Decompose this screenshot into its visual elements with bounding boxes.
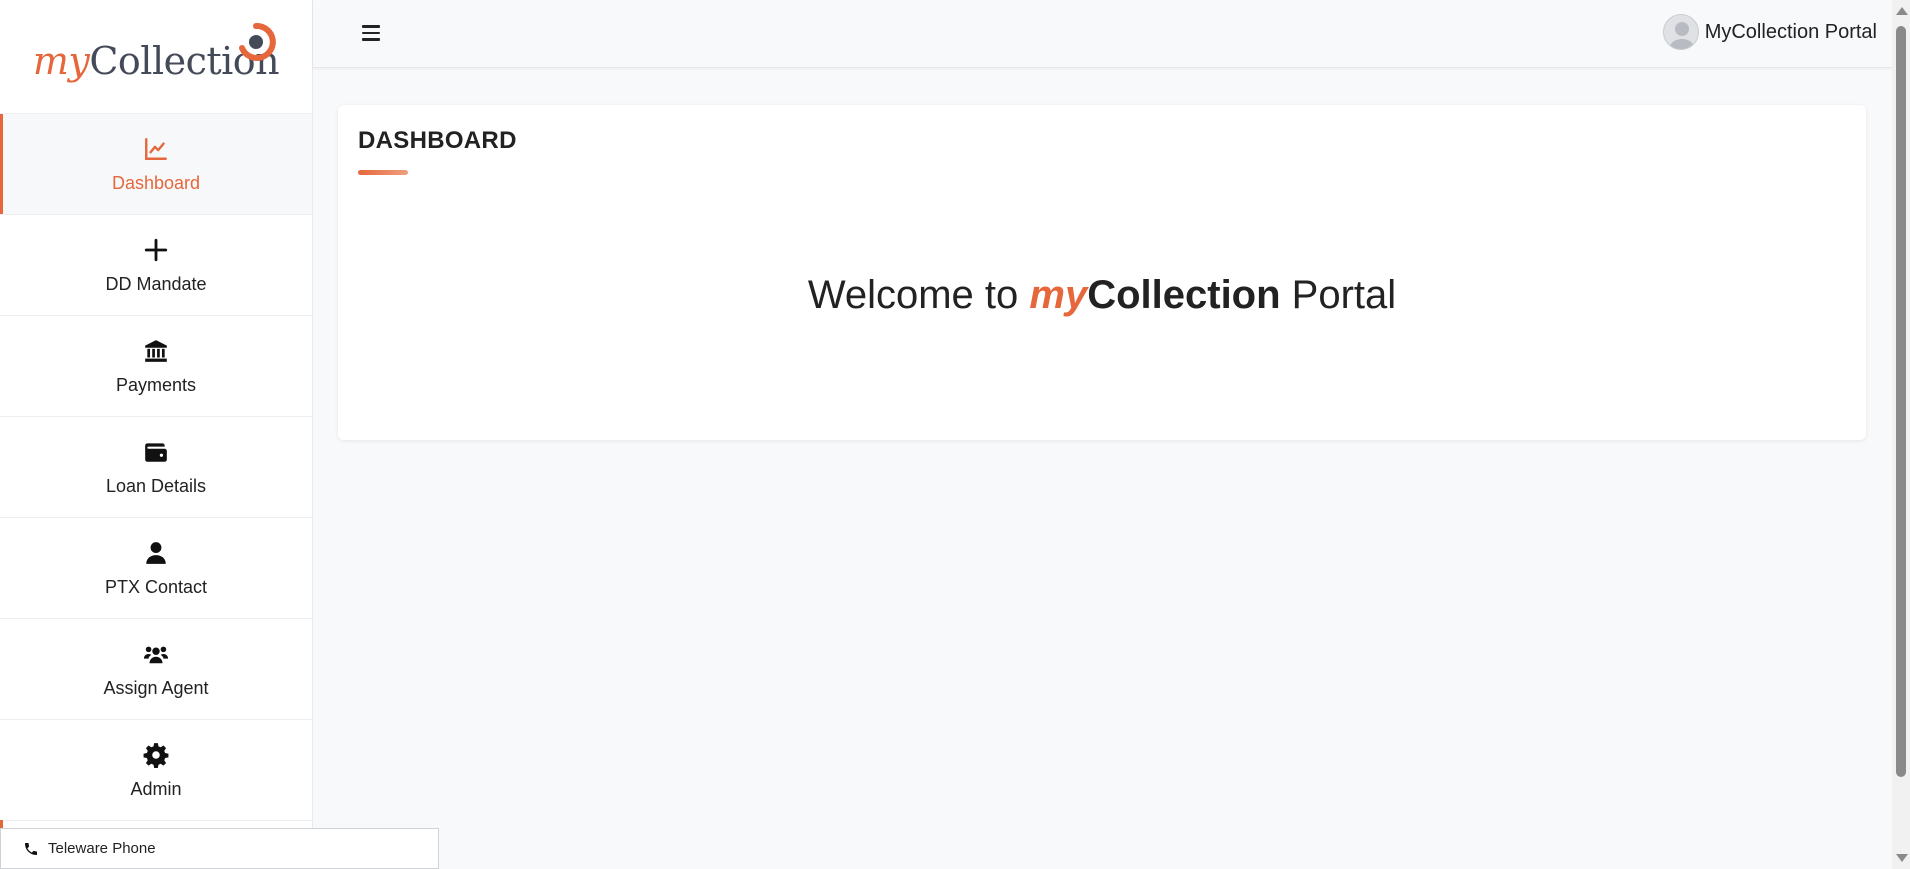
scroll-down-icon[interactable] xyxy=(1896,854,1908,862)
sidebar-item-label: Assign Agent xyxy=(103,677,209,698)
hamburger-icon[interactable] xyxy=(362,25,380,41)
scroll-thumb[interactable] xyxy=(1896,26,1906,777)
gear-icon xyxy=(142,741,170,769)
dashboard-card: DASHBOARD Welcome to myCollection Portal xyxy=(338,105,1866,440)
teleware-phone-label: Teleware Phone xyxy=(48,840,156,857)
vertical-scrollbar[interactable] xyxy=(1892,0,1910,869)
phone-icon xyxy=(25,842,37,855)
users-icon xyxy=(142,640,170,668)
welcome-message: Welcome to myCollection Portal xyxy=(338,273,1866,318)
sidebar-item-label: Payments xyxy=(115,374,197,395)
sidebar-item-loan-details[interactable]: Loan Details xyxy=(0,417,312,518)
sidebar-item-payments[interactable]: Payments xyxy=(0,316,312,417)
sidebar-item-dashboard[interactable]: Dashboard xyxy=(0,114,312,215)
sidebar-item-label: Dashboard xyxy=(111,172,201,193)
top-bar: MyCollection Portal xyxy=(313,0,1892,68)
sidebar-item-label: DD Mandate xyxy=(105,273,207,294)
welcome-brand-my: my xyxy=(1029,273,1088,317)
sidebar-item-ptx-contact[interactable]: PTX Contact xyxy=(0,518,312,619)
user-icon xyxy=(142,539,170,567)
bank-icon xyxy=(142,337,170,365)
user-menu[interactable]: MyCollection Portal xyxy=(1662,14,1877,50)
sidebar-item-label: Loan Details xyxy=(105,475,207,496)
avatar-icon xyxy=(1662,14,1699,50)
sidebar: myCollection Dashboard DD Mandate Paymen… xyxy=(0,0,313,869)
wallet-icon xyxy=(142,438,170,466)
teleware-phone-bar[interactable]: Teleware Phone xyxy=(0,828,439,869)
welcome-prefix: Welcome to xyxy=(807,273,1030,317)
logo-mark-icon xyxy=(239,23,276,61)
page-title: DASHBOARD xyxy=(358,127,517,154)
sidebar-item-assign-agent[interactable]: Assign Agent xyxy=(0,619,312,720)
sidebar-item-admin[interactable]: Admin xyxy=(0,720,312,821)
sidebar-item-label: PTX Contact xyxy=(104,576,208,597)
sidebar-item-label: Admin xyxy=(130,778,182,799)
scroll-up-icon[interactable] xyxy=(1896,7,1908,15)
app-logo[interactable]: myCollection xyxy=(0,0,312,114)
welcome-brand-collection: Collection xyxy=(1087,273,1281,317)
user-name: MyCollection Portal xyxy=(1704,20,1877,43)
plus-icon xyxy=(142,236,170,264)
welcome-suffix: Portal xyxy=(1280,273,1397,317)
chart-line-icon xyxy=(142,135,170,163)
title-underline xyxy=(358,170,408,175)
sidebar-item-dd-mandate[interactable]: DD Mandate xyxy=(0,215,312,316)
